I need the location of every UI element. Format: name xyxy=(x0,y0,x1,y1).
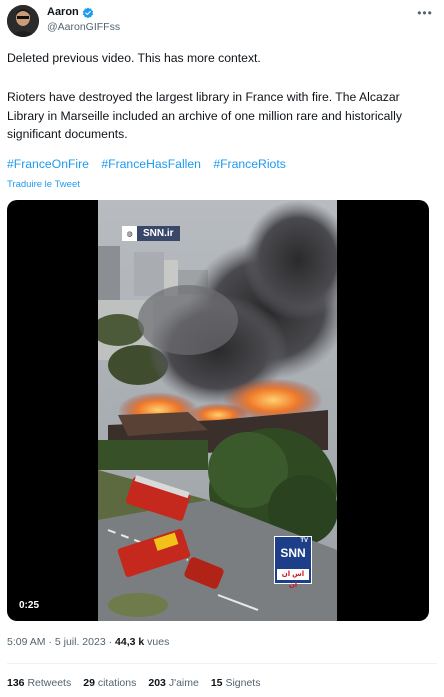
hashtag-list: #FranceOnFire #FranceHasFallen #FranceRi… xyxy=(7,157,295,171)
views-label: vues xyxy=(147,636,170,648)
video-frame: ◍ SNN.ir TV SNN اس ان ان xyxy=(98,200,337,621)
quotes-count: 29 xyxy=(83,677,95,689)
divider xyxy=(7,663,437,664)
tweet-text-line: Deleted previous video. This has more co… xyxy=(7,51,261,65)
likes-label: J'aime xyxy=(168,677,199,689)
tweet-date[interactable]: 5 juil. 2023 xyxy=(55,636,106,648)
translate-tweet-link[interactable]: Traduire le Tweet xyxy=(7,179,80,190)
retweets-label: Retweets xyxy=(27,677,72,689)
tweet-header: Aaron @AaronGIFFss ••• xyxy=(7,4,437,40)
snn-logo: TV SNN اس ان ان xyxy=(274,536,312,589)
hashtag-link[interactable]: #FranceHasFallen xyxy=(101,157,201,171)
retweets-stat[interactable]: 136 Retweets xyxy=(7,677,71,689)
likes-stat[interactable]: 203 J'aime xyxy=(148,677,198,689)
tweet-meta: 5:09 AM · 5 juil. 2023 · 44,3 k vues xyxy=(7,636,169,648)
quotes-stat[interactable]: 29 citations xyxy=(83,677,136,689)
bookmarks-label: Signets xyxy=(225,677,261,689)
snn-watermark: ◍ SNN.ir xyxy=(122,226,180,241)
globe-icon: ◍ xyxy=(122,226,137,241)
quotes-label: citations xyxy=(97,677,137,689)
snn-watermark-text: SNN.ir xyxy=(143,228,174,239)
snn-logo-sub: اس ان ان xyxy=(277,569,309,589)
hashtag-link[interactable]: #FranceOnFire xyxy=(7,157,89,171)
tweet-text-paragraph: Rioters have destroyed the largest libra… xyxy=(7,90,402,141)
display-name[interactable]: Aaron xyxy=(47,6,79,18)
retweets-count: 136 xyxy=(7,677,25,689)
more-options-icon[interactable]: ••• xyxy=(415,6,435,20)
likes-count: 203 xyxy=(148,677,166,689)
video-duration-badge: 0:25 xyxy=(15,598,44,613)
bookmarks-stat[interactable]: 15 Signets xyxy=(211,677,261,689)
snn-logo-main: SNN xyxy=(280,546,306,560)
avatar[interactable] xyxy=(7,5,39,37)
bookmarks-count: 15 xyxy=(210,677,223,689)
hashtag-link[interactable]: #FranceRiots xyxy=(213,157,285,171)
tweet-time[interactable]: 5:09 AM xyxy=(7,636,46,648)
views-count: 44,3 k xyxy=(115,636,145,648)
user-handle[interactable]: @AaronGIFFss xyxy=(47,21,120,33)
verified-badge-icon xyxy=(82,6,94,19)
tweet-stats: 136 Retweets 29 citations 203 J'aime 15 … xyxy=(7,677,260,689)
snn-logo-tv: TV xyxy=(300,538,308,544)
video-player[interactable]: ◍ SNN.ir TV SNN اس ان ان 0:25 xyxy=(7,200,429,621)
